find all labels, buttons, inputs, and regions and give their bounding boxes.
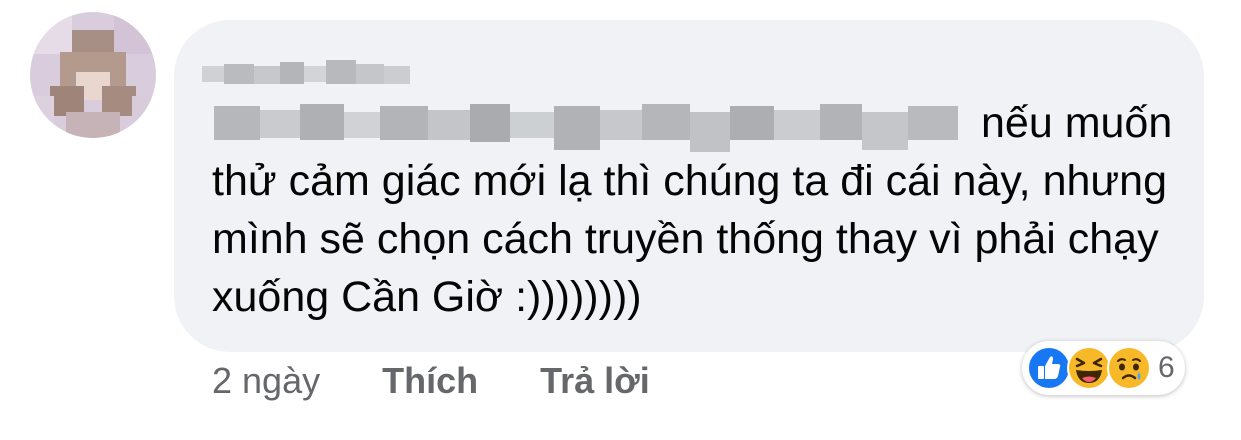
sad-icon [1106,345,1152,391]
reaction-count: 6 [1158,351,1175,384]
author-name-redacted[interactable] [202,58,412,88]
avatar[interactable] [30,12,156,138]
comment-timestamp[interactable]: 2 ngày [212,360,320,402]
comment-body: nếu muốn thử cảm giác mới lạ thì chúng t… [212,99,1173,321]
comment-text: nếu muốn thử cảm giác mới lạ thì chúng t… [212,94,1182,326]
reaction-summary[interactable]: 6 [1022,341,1185,395]
reply-button[interactable]: Trả lời [540,360,650,402]
comment-actions: 2 ngày Thích Trả lời [212,360,650,402]
like-button[interactable]: Thích [382,360,478,402]
